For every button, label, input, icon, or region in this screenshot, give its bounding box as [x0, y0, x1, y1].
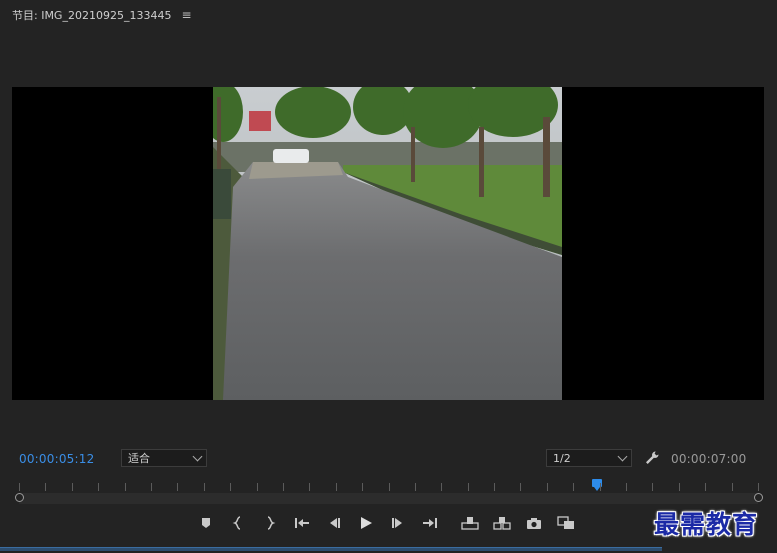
- panel-title[interactable]: 节目: IMG_20210925_133445: [12, 7, 171, 23]
- ruler-tick: [547, 483, 548, 491]
- ruler-tick: [573, 483, 574, 491]
- current-timecode[interactable]: 00:00:05:12: [19, 452, 94, 466]
- ruler-tick: [98, 483, 99, 491]
- total-duration-timecode: 00:00:07:00: [671, 452, 747, 466]
- compare-view-icon: [557, 516, 574, 529]
- ruler-tick: [19, 483, 20, 491]
- zoom-fit-value: 适合: [128, 452, 150, 465]
- ruler-tick: [389, 483, 390, 491]
- watermark-logo: 最需教育: [654, 510, 759, 539]
- playback-resolution-select[interactable]: 1/2: [546, 449, 632, 467]
- playback-resolution-value: 1/2: [553, 451, 571, 465]
- go-to-in-icon: [295, 518, 309, 528]
- ruler-tick: [468, 483, 469, 491]
- lift-icon: [461, 517, 479, 530]
- zoom-fit-select[interactable]: 适合: [121, 449, 207, 467]
- extract-icon: [493, 517, 511, 530]
- step-back-icon: [330, 518, 340, 528]
- time-ruler[interactable]: [15, 479, 763, 504]
- ruler-tick: [441, 483, 442, 491]
- range-start-handle[interactable]: [15, 493, 24, 502]
- transport-controls: [190, 512, 620, 534]
- extract-button[interactable]: [486, 512, 518, 534]
- ruler-tick: [72, 483, 73, 491]
- monitor-controls-row: 00:00:05:12 适合 1/2 00:00:07:00: [0, 447, 777, 471]
- ruler-tick: [257, 483, 258, 491]
- mark-out-icon: [267, 516, 276, 530]
- chevron-down-icon: [192, 451, 203, 462]
- go-to-out-button[interactable]: [414, 512, 446, 534]
- step-back-button[interactable]: [318, 512, 350, 534]
- go-to-out-icon: [423, 518, 437, 528]
- play-icon: [361, 517, 372, 529]
- ruler-tick: [520, 483, 521, 491]
- hamburger-icon[interactable]: ≡: [181, 8, 191, 22]
- wrench-settings-icon[interactable]: [644, 450, 660, 466]
- ruler-tick: [415, 483, 416, 491]
- mark-out-button[interactable]: [254, 512, 286, 534]
- ruler-tick: [652, 483, 653, 491]
- ruler-tick: [600, 483, 601, 491]
- add-marker-icon: [202, 518, 210, 528]
- ruler-tick: [758, 483, 759, 491]
- ruler-tick: [283, 483, 284, 491]
- ruler-tick: [151, 483, 152, 491]
- ruler-tick: [45, 483, 46, 491]
- video-frame-image: [213, 87, 562, 400]
- ruler-tick: [705, 483, 706, 491]
- time-ruler-track[interactable]: [19, 493, 758, 504]
- step-forward-icon: [392, 518, 402, 528]
- ruler-tick: [309, 483, 310, 491]
- ruler-tick: [626, 483, 627, 491]
- program-monitor-viewer[interactable]: [12, 87, 764, 400]
- ruler-tick: [230, 483, 231, 491]
- camera-icon: [527, 517, 541, 529]
- go-to-in-button[interactable]: [286, 512, 318, 534]
- video-frame: [213, 87, 562, 400]
- panel-header: 节目: IMG_20210925_133445 ≡: [0, 0, 777, 30]
- step-forward-button[interactable]: [382, 512, 414, 534]
- compare-view-button[interactable]: [550, 512, 582, 534]
- export-frame-button[interactable]: [518, 512, 550, 534]
- ruler-tick: [204, 483, 205, 491]
- bottom-panel-edge: [0, 547, 662, 551]
- add-marker-button[interactable]: [190, 512, 222, 534]
- lift-button[interactable]: [454, 512, 486, 534]
- ruler-tick: [125, 483, 126, 491]
- ruler-tick: [494, 483, 495, 491]
- mark-in-icon: [232, 516, 241, 530]
- play-button[interactable]: [350, 512, 382, 534]
- range-end-handle[interactable]: [754, 493, 763, 502]
- ruler-tick: [679, 483, 680, 491]
- ruler-tick: [362, 483, 363, 491]
- ruler-tick: [336, 483, 337, 491]
- ruler-tick: [177, 483, 178, 491]
- mark-in-button[interactable]: [222, 512, 254, 534]
- ruler-tick: [732, 483, 733, 491]
- chevron-down-icon: [617, 451, 628, 462]
